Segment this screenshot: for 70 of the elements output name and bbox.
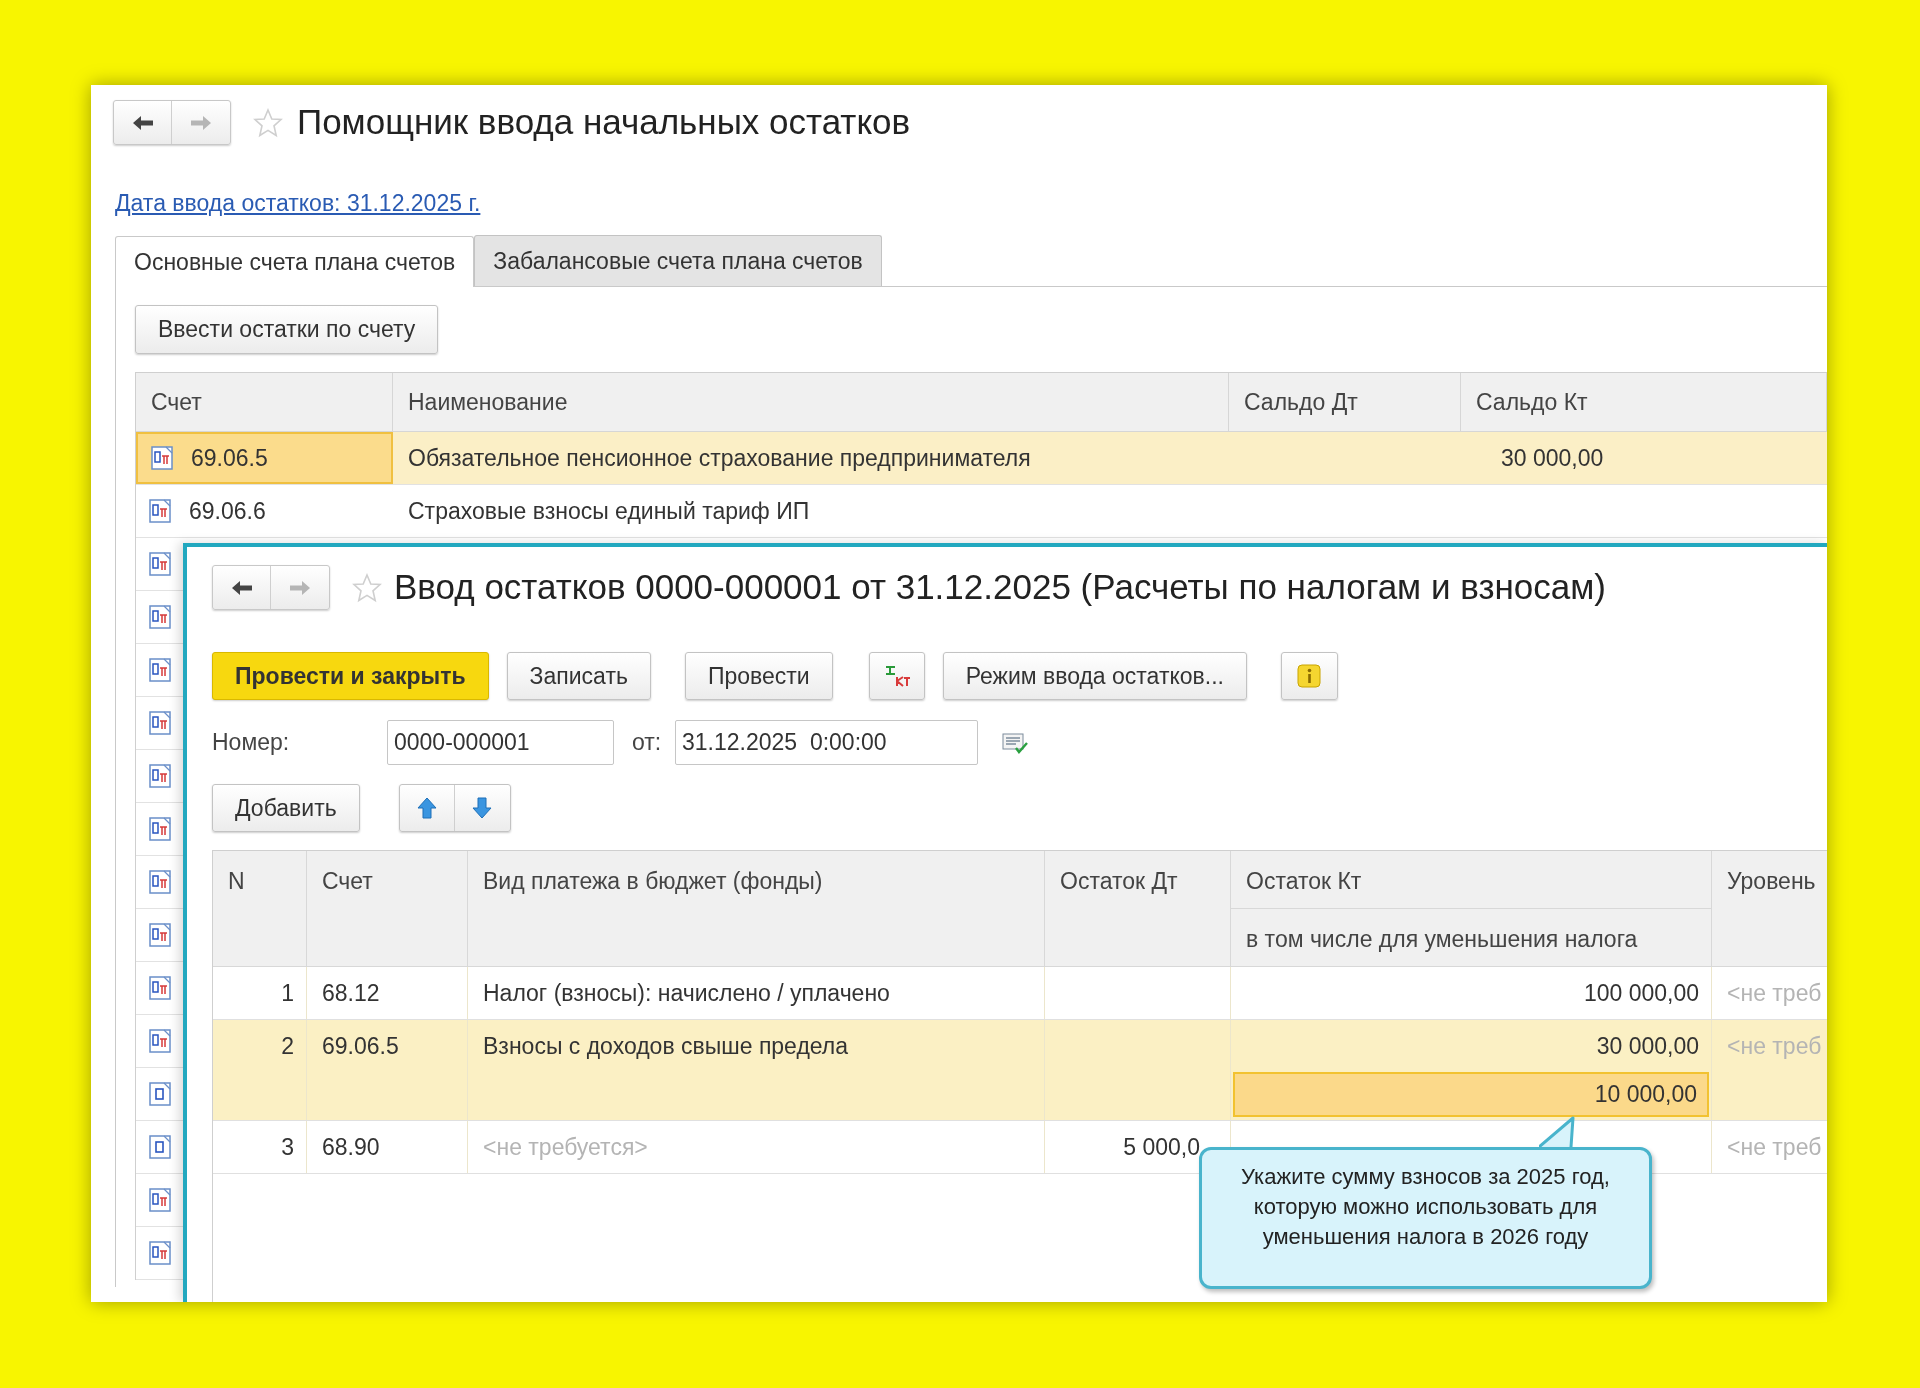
table-cell-text: 1 — [281, 978, 294, 1008]
account-type-icon — [149, 552, 171, 576]
table-row[interactable]: 69.06.6 Страховые взносы единый тариф ИП — [136, 485, 1827, 538]
account-code: 69.06.6 — [189, 496, 266, 526]
info-button[interactable] — [1280, 652, 1338, 700]
toolbar-button[interactable]: Провести — [684, 652, 833, 700]
journal-entries-button[interactable] — [868, 652, 925, 700]
toolbar-button[interactable]: Режим ввода остатков... — [942, 652, 1247, 700]
forward-arrow-icon — [189, 113, 213, 132]
debit-credit-icon — [883, 664, 910, 688]
up-arrow-icon — [416, 797, 437, 819]
forward-arrow-icon — [288, 578, 312, 597]
callout: Укажите сумму взносов за 2025 год, которую можно использовать для уменьшения налога в 2026 году — [1199, 1147, 1652, 1289]
post-and-close-button[interactable]: Провести и закрыть — [212, 652, 489, 700]
toolbar-button[interactable]: Записать — [506, 652, 651, 700]
enter-balances-button[interactable]: Ввести остатки по счету — [135, 305, 439, 354]
table-row[interactable]: 1 68.12 Налог (взносы): начислено / уплачено 100 000,00 <не треб — [213, 967, 1827, 1020]
table-cell-text: 2 — [281, 1031, 294, 1061]
table-cell-text: 68.90 — [322, 1132, 380, 1162]
date-field[interactable]: 31.12.2025 0:00:00 — [675, 720, 978, 765]
add-button[interactable]: Добавить — [212, 784, 360, 832]
window-title: Ввод остатков 0000-000001 от 31.12.2025 (Расчеты по налогам и взносам) — [394, 566, 1606, 609]
account-type-icon — [149, 658, 171, 682]
account-type-icon — [151, 446, 173, 470]
table-cell-text: 3 — [281, 1132, 294, 1162]
account-type-icon — [149, 870, 171, 894]
field-label: от: — [632, 728, 663, 758]
account-type-icon — [149, 817, 171, 841]
account-type-icon — [149, 923, 171, 947]
amount-field[interactable]: 10 000,00 — [1233, 1072, 1709, 1117]
table-cell-text: 5 000,0 — [1123, 1132, 1200, 1162]
table-cell-text: 68.12 — [322, 978, 380, 1008]
table-cell-text: Налог (взносы): начислено / уплачено — [483, 978, 890, 1008]
account-type-icon — [149, 1241, 171, 1265]
table-cell-text: <не треб — [1727, 978, 1822, 1008]
date-link[interactable]: Дата ввода остатков: 31.12.2025 г. — [115, 189, 481, 217]
account-type-icon — [149, 1188, 171, 1212]
account-type-icon — [149, 605, 171, 629]
account-type-icon — [149, 1029, 171, 1053]
account-type-icon — [149, 976, 171, 1000]
comment-button[interactable] — [1002, 731, 1028, 754]
down-arrow-icon — [472, 797, 493, 819]
account-code: 69.06.5 — [191, 443, 268, 473]
account-type-icon — [149, 711, 171, 735]
table-cell-text: <не требуется> — [483, 1132, 648, 1162]
field-label: Номер: — [212, 728, 291, 758]
table-cell-text: 100 000,00 — [1583, 978, 1699, 1008]
comment-check-icon — [1002, 731, 1028, 754]
account-type-icon — [149, 764, 171, 788]
table-row[interactable]: 69.06.5 Обязательное пенсионное страхование предпринимателя 30 000,00 — [136, 432, 1827, 485]
account-type-icon — [149, 1082, 171, 1106]
tab[interactable]: Основные счета плана счетов — [115, 236, 475, 287]
column-header: Остаток Кт — [1231, 851, 1712, 909]
tab[interactable]: Забалансовые счета плана счетов — [474, 235, 882, 286]
window-title: Помощник ввода начальных остатков — [297, 101, 911, 144]
info-icon — [1297, 664, 1322, 688]
account-type-icon — [149, 499, 171, 523]
table-cell-text: <не треб — [1727, 1132, 1822, 1162]
table-cell-text: 69.06.5 — [322, 1031, 399, 1061]
account-type-icon — [149, 1135, 171, 1159]
table-cell-text: Страховые взносы единый тариф ИП — [407, 496, 811, 526]
table-cell-text: 30 000,00 — [1501, 443, 1604, 473]
number-field[interactable]: 0000-000001 — [387, 720, 614, 765]
favorite-star-icon — [352, 572, 382, 603]
table-cell-text: Взносы с доходов свыше предела — [483, 1031, 849, 1061]
table-cell-text: 30 000,00 — [1596, 1031, 1699, 1061]
favorite-star-icon — [253, 107, 283, 138]
table-row[interactable]: 2 69.06.5 Взносы с доходов свыше предела 30 000,00 10 000,00 <не треб — [213, 1020, 1827, 1121]
table-cell-text: <не треб — [1727, 1031, 1822, 1061]
table-cell-text: Обязательное пенсионное страхование предпринимателя — [407, 443, 1032, 473]
